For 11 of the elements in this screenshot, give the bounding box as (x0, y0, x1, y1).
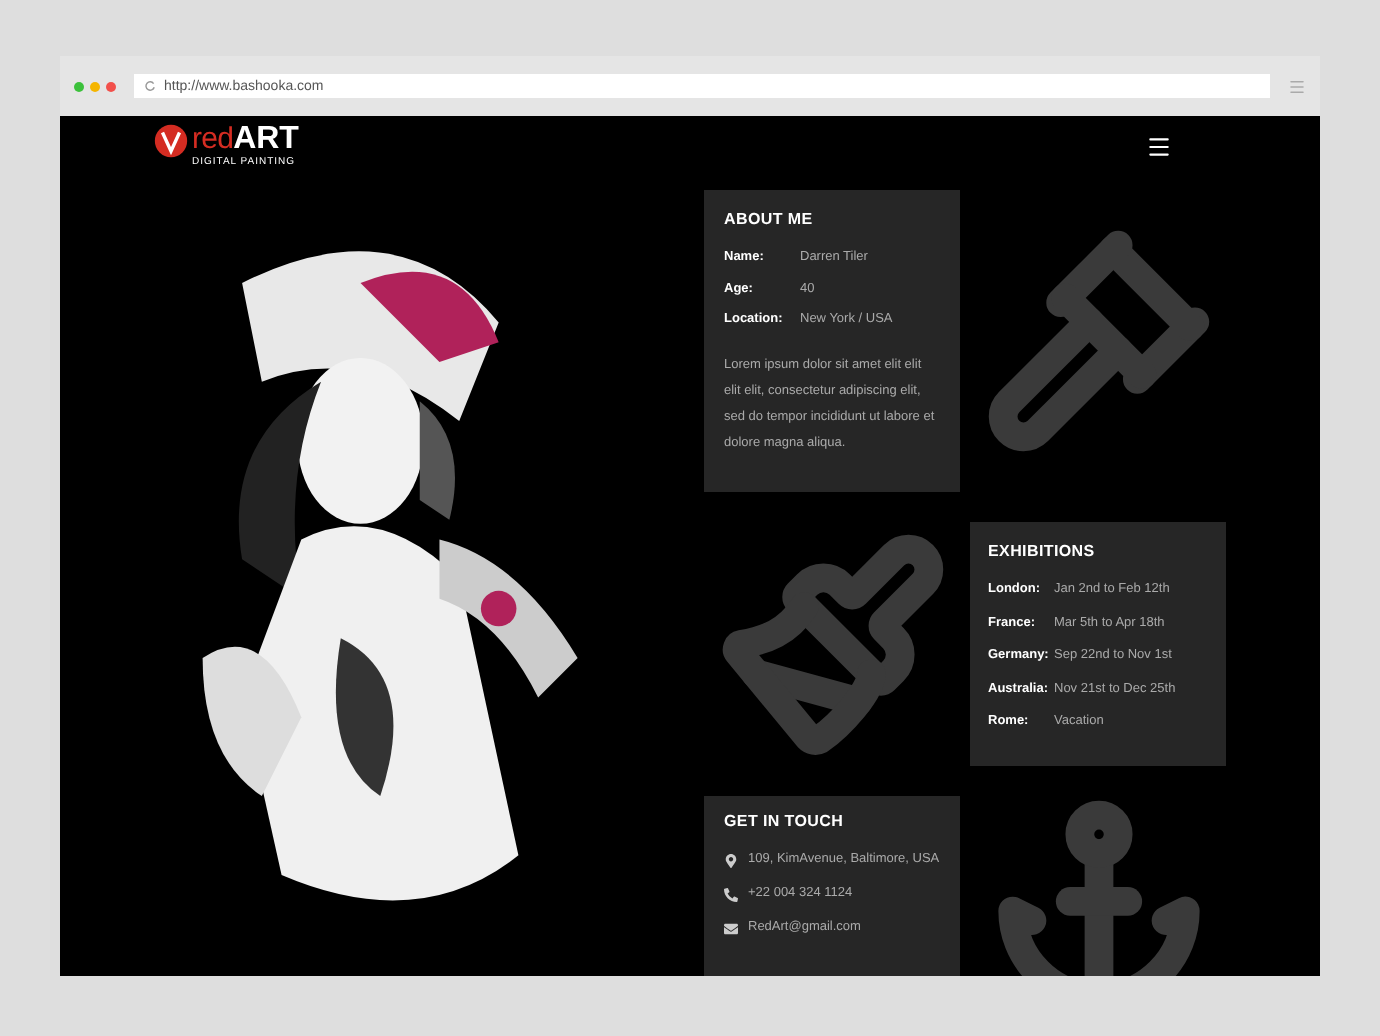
card-title: GET IN TOUCH (724, 810, 846, 834)
gavel-icon (983, 226, 1213, 456)
envelope-icon (724, 922, 738, 936)
logo-emblem-icon (154, 124, 188, 158)
menu-icon[interactable] (1146, 133, 1172, 159)
card-title: EXHIBITIONS (988, 540, 1097, 564)
map-pin-icon (724, 854, 738, 868)
reload-icon (144, 80, 156, 92)
card-title: ABOUT ME (724, 208, 815, 232)
paintbrush-icon (717, 529, 947, 759)
phone-icon (724, 888, 738, 902)
